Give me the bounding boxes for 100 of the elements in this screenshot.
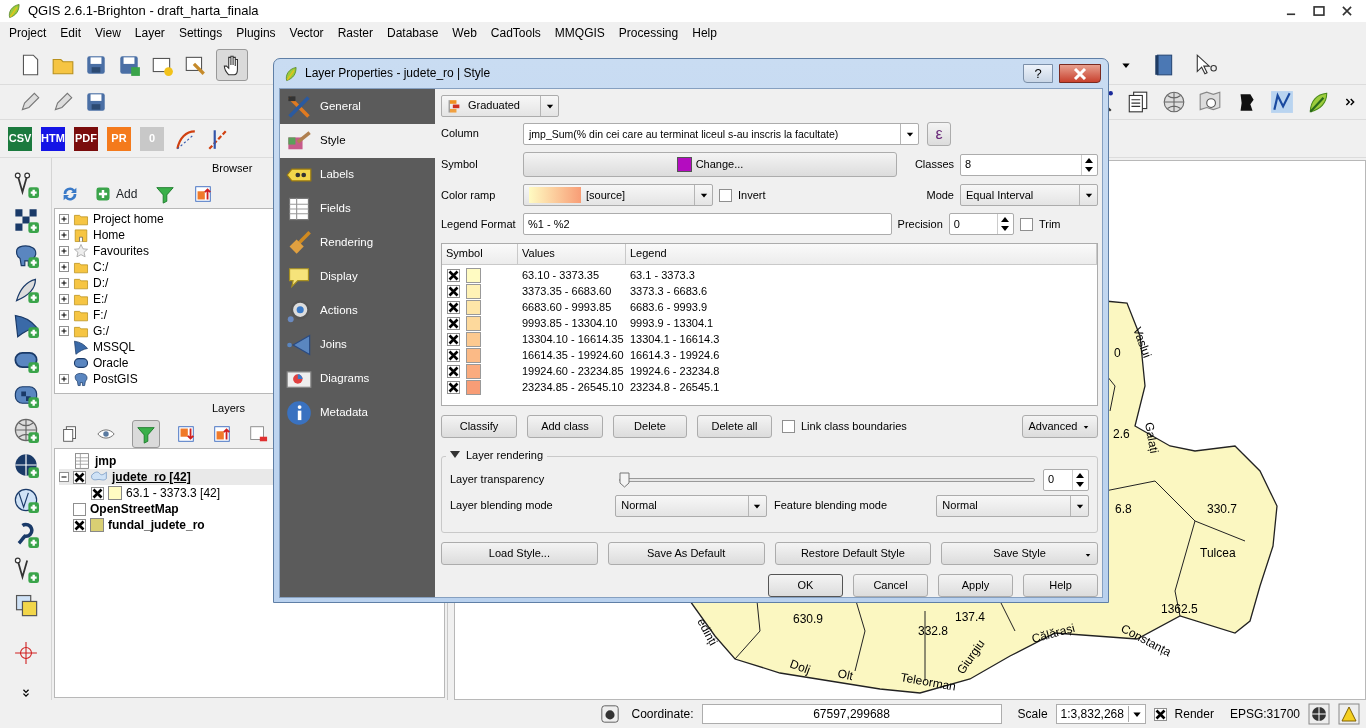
menu-item[interactable]: Project (2, 24, 54, 43)
pencil-icon[interactable] (18, 90, 42, 114)
tree-item[interactable]: Home (93, 227, 125, 243)
layer-row[interactable]: jmp (59, 453, 440, 469)
filter-icon[interactable] (155, 184, 176, 204)
menu-item[interactable]: Vector (282, 24, 331, 43)
expand-icon[interactable] (59, 374, 69, 384)
checkbox[interactable] (447, 300, 460, 314)
fan-add-icon[interactable] (12, 312, 39, 338)
checkbox[interactable] (447, 316, 460, 330)
menu-item[interactable]: Raster (330, 24, 380, 43)
classify-action-button[interactable]: Classify (441, 415, 517, 439)
warning-icon[interactable] (1338, 703, 1360, 725)
sidebar-item[interactable]: Actions (280, 294, 435, 328)
menu-item[interactable]: Layer (127, 24, 172, 43)
menu-item[interactable]: Web (445, 24, 484, 43)
checkbox[interactable] (91, 486, 104, 500)
legend-format-field[interactable]: %1 - %2 (523, 213, 892, 236)
save-edits-icon[interactable] (84, 90, 108, 114)
close-button[interactable] (1059, 64, 1101, 83)
sidebar-item[interactable]: Style (280, 124, 435, 158)
expand-icon[interactable] (59, 230, 69, 240)
dialog-button[interactable]: Apply (938, 573, 1013, 597)
sidebar-item[interactable]: Diagrams (280, 362, 435, 396)
invert-checkbox[interactable] (719, 188, 732, 202)
tree-item[interactable]: Favourites (93, 243, 150, 259)
documents-icon[interactable] (1126, 90, 1150, 114)
sidebar-item[interactable]: Joins (280, 328, 435, 362)
dialog-button[interactable]: Cancel (853, 573, 928, 597)
trim-checkbox[interactable] (1019, 217, 1033, 231)
tree-item[interactable]: E:/ (93, 291, 108, 307)
menu-item[interactable]: Edit (53, 24, 89, 43)
menu-item[interactable]: Help (685, 24, 724, 43)
layer-row[interactable]: fundal_judete_ro (59, 517, 440, 533)
column-header[interactable]: Values (518, 244, 626, 265)
column-header[interactable]: Symbol (442, 244, 518, 265)
mode-combo[interactable]: Equal Interval (960, 184, 1098, 207)
remove-layer-icon[interactable] (248, 424, 268, 444)
menu-item[interactable]: Plugins (229, 24, 283, 43)
render-checkbox[interactable] (1153, 707, 1167, 721)
mouse-position-icon[interactable] (599, 704, 620, 724)
toolbar-badge[interactable]: CSV (8, 126, 32, 151)
tree-item[interactable]: PostGIS (93, 371, 138, 387)
checkbox[interactable] (73, 518, 86, 532)
precision-spinbox[interactable]: 0 (948, 213, 1014, 236)
expand-icon[interactable] (59, 246, 69, 256)
column-header[interactable]: Legend (626, 244, 1097, 265)
checkbox[interactable] (447, 364, 460, 378)
vector-add-icon[interactable] (12, 172, 39, 198)
expand-icon[interactable] (59, 262, 69, 272)
menu-item[interactable]: CadTools (483, 24, 548, 43)
advanced-button[interactable]: Advanced (1022, 415, 1098, 439)
checkbox[interactable] (73, 470, 86, 484)
checkbox[interactable] (447, 284, 460, 298)
toolbar-badge[interactable]: PDF (74, 126, 98, 151)
menu-item[interactable]: MMQGIS (547, 24, 612, 43)
checkbox[interactable] (73, 502, 86, 516)
coordinate-field[interactable]: 67597,299688 (701, 704, 1002, 724)
add-button[interactable]: Add (94, 185, 138, 203)
vertices-icon[interactable] (1270, 90, 1294, 114)
crs-label[interactable]: EPSG:31700 (1229, 706, 1300, 722)
globe-icon[interactable] (1162, 90, 1186, 114)
globe-add-icon[interactable] (12, 487, 39, 513)
menu-item[interactable]: View (88, 24, 128, 43)
crosshair-icon[interactable] (13, 640, 38, 665)
classes-spinbox[interactable]: 8 (960, 153, 1098, 176)
globe-add-icon[interactable] (12, 452, 39, 478)
toolbar-badge[interactable]: HTM (41, 126, 65, 151)
layer-row[interactable]: OpenStreetMap (59, 501, 440, 517)
raster-add-icon[interactable] (12, 207, 39, 233)
checkbox[interactable] (447, 380, 460, 394)
collapse-all-icon[interactable] (193, 184, 214, 204)
help-button[interactable]: ? (1023, 64, 1053, 83)
classify-action-button[interactable]: Delete (613, 415, 687, 439)
style-button[interactable]: Save As Default (607, 541, 765, 565)
menu-item[interactable]: Database (379, 24, 446, 43)
menu-item[interactable]: Processing (611, 24, 686, 43)
tree-item[interactable]: F:/ (93, 307, 107, 323)
transparency-spinbox[interactable]: 0 (1043, 468, 1089, 491)
expand-icon[interactable] (59, 310, 69, 320)
expand-icon[interactable] (59, 326, 69, 336)
globe-add-icon[interactable] (12, 417, 39, 443)
expression-button[interactable]: ε (927, 121, 951, 146)
filter-button[interactable] (132, 420, 160, 448)
checkbox[interactable] (447, 332, 460, 346)
scale-combo[interactable]: 1:3,832,268 (1055, 704, 1146, 724)
checkbox[interactable] (447, 348, 460, 362)
classify-action-button[interactable]: Delete all (697, 415, 772, 439)
classify-action-button[interactable]: Add class (527, 415, 603, 439)
expand-icon[interactable] (59, 278, 69, 288)
sidebar-item[interactable]: Display (280, 260, 435, 294)
pointer-help-icon[interactable] (1194, 52, 1218, 77)
dialog-button[interactable]: OK (768, 573, 843, 597)
blending-combo[interactable]: Normal (936, 494, 1089, 517)
link-boundaries-checkbox[interactable] (782, 420, 795, 434)
crs-globe-icon[interactable] (1308, 703, 1330, 725)
tree-item[interactable]: MSSQL (93, 339, 135, 355)
tree-item[interactable]: Project home (93, 211, 164, 227)
vector-new-icon[interactable] (12, 557, 39, 583)
sidebar-item[interactable]: Labels (280, 158, 435, 192)
